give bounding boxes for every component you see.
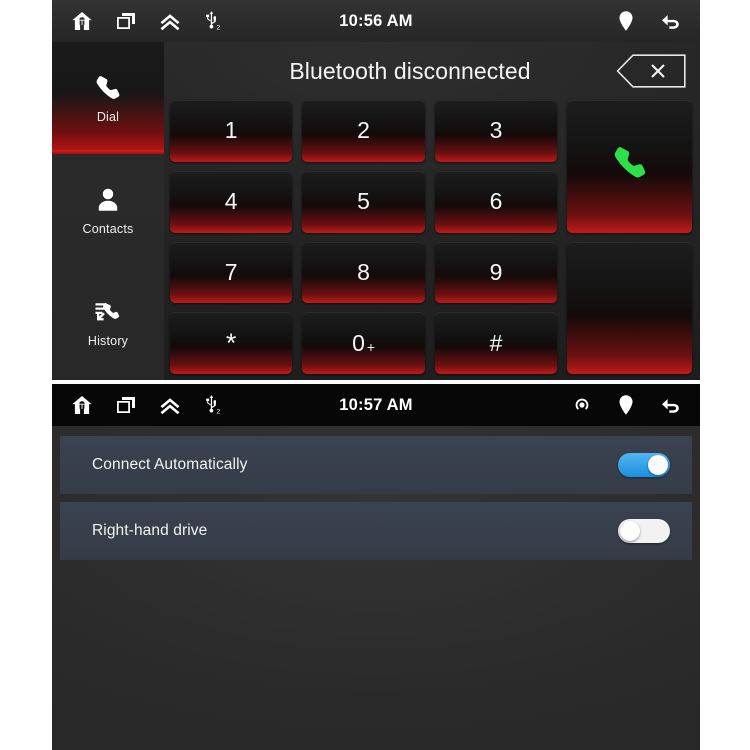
- key-6[interactable]: 6: [434, 170, 558, 233]
- key-0[interactable]: 0 +: [302, 312, 425, 374]
- home-icon[interactable]: [70, 393, 94, 417]
- setting-row-right-hand-drive[interactable]: Right-hand drive: [60, 502, 692, 560]
- key-4[interactable]: 4: [170, 170, 293, 233]
- home-icon[interactable]: [70, 9, 94, 33]
- usb2-icon: 2: [202, 10, 222, 32]
- right-hand-drive-toggle[interactable]: [618, 519, 670, 543]
- key-8[interactable]: 8: [302, 241, 425, 304]
- blank-button[interactable]: [567, 241, 692, 374]
- recent-apps-icon[interactable]: [114, 393, 138, 417]
- key-9[interactable]: 9: [434, 241, 558, 304]
- call-history-icon: [93, 297, 123, 327]
- key-7[interactable]: 7: [170, 241, 293, 304]
- sidebar-item-label: Contacts: [82, 221, 134, 236]
- svg-text:2: 2: [217, 24, 221, 31]
- key-3[interactable]: 3: [434, 100, 558, 162]
- sidebar-item-contacts[interactable]: Contacts: [52, 154, 164, 266]
- dialer-body: Dial Contacts History Bluetooth disconne…: [52, 42, 700, 380]
- key-2[interactable]: 2: [302, 100, 425, 162]
- delete-backspace-button[interactable]: [616, 54, 686, 88]
- sidebar-item-history[interactable]: History: [52, 266, 164, 378]
- back-arrow-icon[interactable]: [658, 393, 682, 417]
- key-1[interactable]: 1: [170, 100, 293, 162]
- key-hash[interactable]: #: [434, 312, 558, 374]
- bluetooth-settings-screen: 2 10:57 AM Connect Automatically Right-h…: [52, 384, 700, 750]
- setting-label: Right-hand drive: [92, 522, 208, 539]
- call-button[interactable]: [567, 100, 692, 233]
- key-5[interactable]: 5: [302, 170, 425, 233]
- screenshot-root: 2 10:56 AM Dial Contacts History Bluetoo…: [0, 0, 750, 750]
- dial-keypad: 1 2 3 4 5 6 7 8 9 * 0 + #: [170, 100, 692, 374]
- person-icon: [93, 185, 123, 215]
- usb2-icon: 2: [202, 394, 222, 416]
- dialer-header: Bluetooth disconnected: [164, 42, 700, 100]
- cast-icon[interactable]: [570, 393, 594, 417]
- status-bar-left-icons: 2: [52, 393, 222, 417]
- phone-icon: [93, 73, 123, 103]
- sidebar-item-dial[interactable]: Dial: [52, 42, 164, 154]
- recent-apps-icon[interactable]: [114, 9, 138, 33]
- svg-text:2: 2: [217, 408, 221, 415]
- status-bar-right-icons: [614, 9, 700, 33]
- dialer-status-bar: 2 10:56 AM: [52, 0, 700, 42]
- connect-automatically-toggle[interactable]: [618, 453, 670, 477]
- toggle-knob: [648, 455, 668, 475]
- sidebar-item-label: Dial: [96, 109, 120, 124]
- dialer-screen: 2 10:56 AM Dial Contacts History Bluetoo…: [52, 0, 700, 380]
- phone-icon: [610, 143, 650, 189]
- location-pin-icon[interactable]: [614, 393, 638, 417]
- settings-body: Connect Automatically Right-hand drive: [52, 426, 700, 750]
- status-bar-left-icons: 2: [52, 9, 222, 33]
- chevron-up-double-icon[interactable]: [158, 393, 182, 417]
- settings-status-bar: 2 10:57 AM: [52, 384, 700, 426]
- status-bar-right-icons: [570, 393, 700, 417]
- back-arrow-icon[interactable]: [658, 9, 682, 33]
- location-pin-icon[interactable]: [614, 9, 638, 33]
- chevron-up-double-icon[interactable]: [158, 9, 182, 33]
- setting-label: Connect Automatically: [92, 456, 248, 473]
- key-star[interactable]: *: [170, 312, 293, 374]
- setting-row-connect-automatically[interactable]: Connect Automatically: [60, 436, 692, 494]
- dialer-sidebar: Dial Contacts History: [52, 42, 164, 380]
- page-title: Bluetooth disconnected: [289, 57, 531, 84]
- toggle-knob: [620, 521, 640, 541]
- sidebar-item-label: History: [87, 333, 129, 348]
